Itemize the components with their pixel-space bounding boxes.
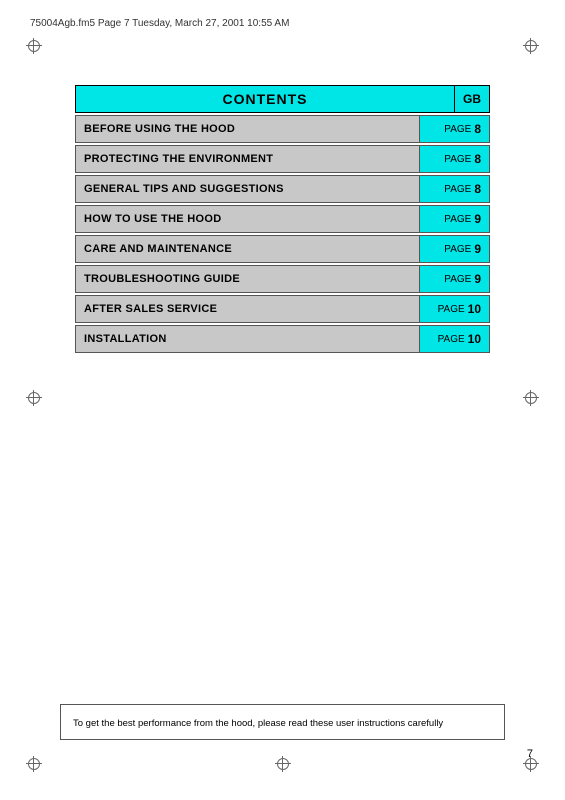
toc-label-text: BEFORE USING THE HOOD bbox=[84, 123, 235, 135]
toc-page-prefix: PAGE bbox=[444, 124, 471, 135]
toc-label-text: GENERAL TIPS AND SUGGESTIONS bbox=[84, 183, 284, 195]
toc-page-number: 10 bbox=[468, 332, 481, 346]
toc-row: CARE AND MAINTENANCE PAGE9 bbox=[75, 235, 490, 263]
toc-row: INSTALLATION PAGE10 bbox=[75, 325, 490, 353]
toc-label: TROUBLESHOOTING GUIDE bbox=[76, 266, 419, 292]
toc-row: TROUBLESHOOTING GUIDE PAGE9 bbox=[75, 265, 490, 293]
header-filename: 75004Agb.fm5 Page 7 Tuesday, March 27, 2… bbox=[30, 18, 289, 29]
toc-label: AFTER SALES SERVICE bbox=[76, 296, 419, 322]
toc-page-number: 9 bbox=[474, 212, 481, 226]
toc-page-number: 8 bbox=[474, 122, 481, 136]
reg-mark-top-right bbox=[523, 38, 539, 54]
toc-label: HOW TO USE THE HOOD bbox=[76, 206, 419, 232]
contents-title-box: CONTENTS bbox=[75, 85, 455, 113]
toc-page-number: 10 bbox=[468, 302, 481, 316]
contents-header: CONTENTS GB bbox=[75, 85, 490, 113]
toc-page: PAGE9 bbox=[419, 266, 489, 292]
toc-page-prefix: PAGE bbox=[438, 304, 465, 315]
toc-page: PAGE8 bbox=[419, 116, 489, 142]
contents-gb-label: GB bbox=[463, 92, 481, 106]
toc-page: PAGE9 bbox=[419, 206, 489, 232]
toc-label: INSTALLATION bbox=[76, 326, 419, 352]
reg-mark-bottom-center bbox=[275, 756, 291, 772]
toc-page-prefix: PAGE bbox=[444, 214, 471, 225]
toc-label-text: HOW TO USE THE HOOD bbox=[84, 213, 222, 225]
bottom-note-text: To get the best performance from the hoo… bbox=[73, 718, 443, 729]
toc-page-prefix: PAGE bbox=[438, 334, 465, 345]
toc-page: PAGE8 bbox=[419, 146, 489, 172]
toc-row: PROTECTING THE ENVIRONMENT PAGE8 bbox=[75, 145, 490, 173]
reg-mark-top-left bbox=[26, 38, 42, 54]
toc-label-text: TROUBLESHOOTING GUIDE bbox=[84, 273, 240, 285]
toc-label-text: CARE AND MAINTENANCE bbox=[84, 243, 232, 255]
contents-gb-box: GB bbox=[455, 85, 490, 113]
toc-row: HOW TO USE THE HOOD PAGE9 bbox=[75, 205, 490, 233]
page: 75004Agb.fm5 Page 7 Tuesday, March 27, 2… bbox=[0, 0, 565, 800]
toc-page-number: 8 bbox=[474, 152, 481, 166]
toc-page-number: 9 bbox=[474, 272, 481, 286]
toc-row: GENERAL TIPS AND SUGGESTIONS PAGE8 bbox=[75, 175, 490, 203]
toc-page-prefix: PAGE bbox=[444, 244, 471, 255]
toc-page-number: 9 bbox=[474, 242, 481, 256]
toc-page: PAGE10 bbox=[419, 296, 489, 322]
toc-page-number: 8 bbox=[474, 182, 481, 196]
toc-label-text: AFTER SALES SERVICE bbox=[84, 303, 217, 315]
toc-row: AFTER SALES SERVICE PAGE10 bbox=[75, 295, 490, 323]
toc-page: PAGE9 bbox=[419, 236, 489, 262]
toc-container: BEFORE USING THE HOODPAGE8PROTECTING THE… bbox=[75, 115, 490, 353]
toc-label: GENERAL TIPS AND SUGGESTIONS bbox=[76, 176, 419, 202]
content-area: CONTENTS GB BEFORE USING THE HOODPAGE8PR… bbox=[75, 85, 490, 355]
reg-mark-mid-left bbox=[26, 390, 42, 406]
toc-row: BEFORE USING THE HOOD PAGE8 bbox=[75, 115, 490, 143]
header-bar: 75004Agb.fm5 Page 7 Tuesday, March 27, 2… bbox=[30, 18, 535, 29]
reg-mark-bottom-left bbox=[26, 756, 42, 772]
toc-page-prefix: PAGE bbox=[444, 274, 471, 285]
reg-mark-bottom-right bbox=[523, 756, 539, 772]
toc-page-prefix: PAGE bbox=[444, 154, 471, 165]
bottom-note: To get the best performance from the hoo… bbox=[60, 704, 505, 740]
reg-mark-mid-right bbox=[523, 390, 539, 406]
toc-label-text: PROTECTING THE ENVIRONMENT bbox=[84, 153, 273, 165]
toc-label: PROTECTING THE ENVIRONMENT bbox=[76, 146, 419, 172]
toc-label-text: INSTALLATION bbox=[84, 333, 167, 345]
toc-label: CARE AND MAINTENANCE bbox=[76, 236, 419, 262]
toc-page: PAGE10 bbox=[419, 326, 489, 352]
toc-page-prefix: PAGE bbox=[444, 184, 471, 195]
toc-page: PAGE8 bbox=[419, 176, 489, 202]
contents-title: CONTENTS bbox=[223, 91, 308, 107]
toc-label: BEFORE USING THE HOOD bbox=[76, 116, 419, 142]
